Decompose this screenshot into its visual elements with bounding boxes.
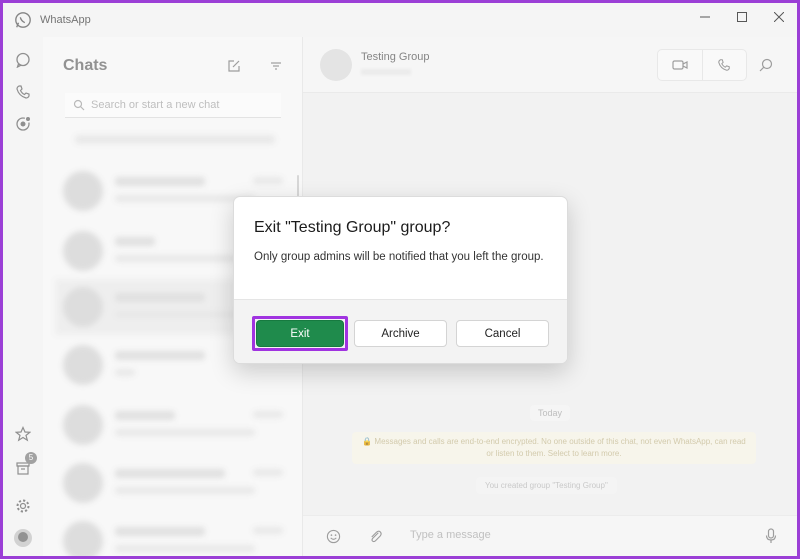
dialog-title: Exit "Testing Group" group?: [254, 219, 451, 236]
cancel-button[interactable]: Cancel: [456, 320, 549, 347]
app-window: WhatsApp 5 Chats Search or start a new c…: [3, 3, 797, 556]
exit-button[interactable]: Exit: [256, 320, 344, 347]
exit-group-dialog: Exit "Testing Group" group? Only group a…: [233, 196, 568, 364]
archive-button[interactable]: Archive: [354, 320, 447, 347]
dialog-message: Only group admins will be notified that …: [254, 251, 544, 263]
dialog-footer: Exit Archive Cancel: [234, 299, 567, 363]
